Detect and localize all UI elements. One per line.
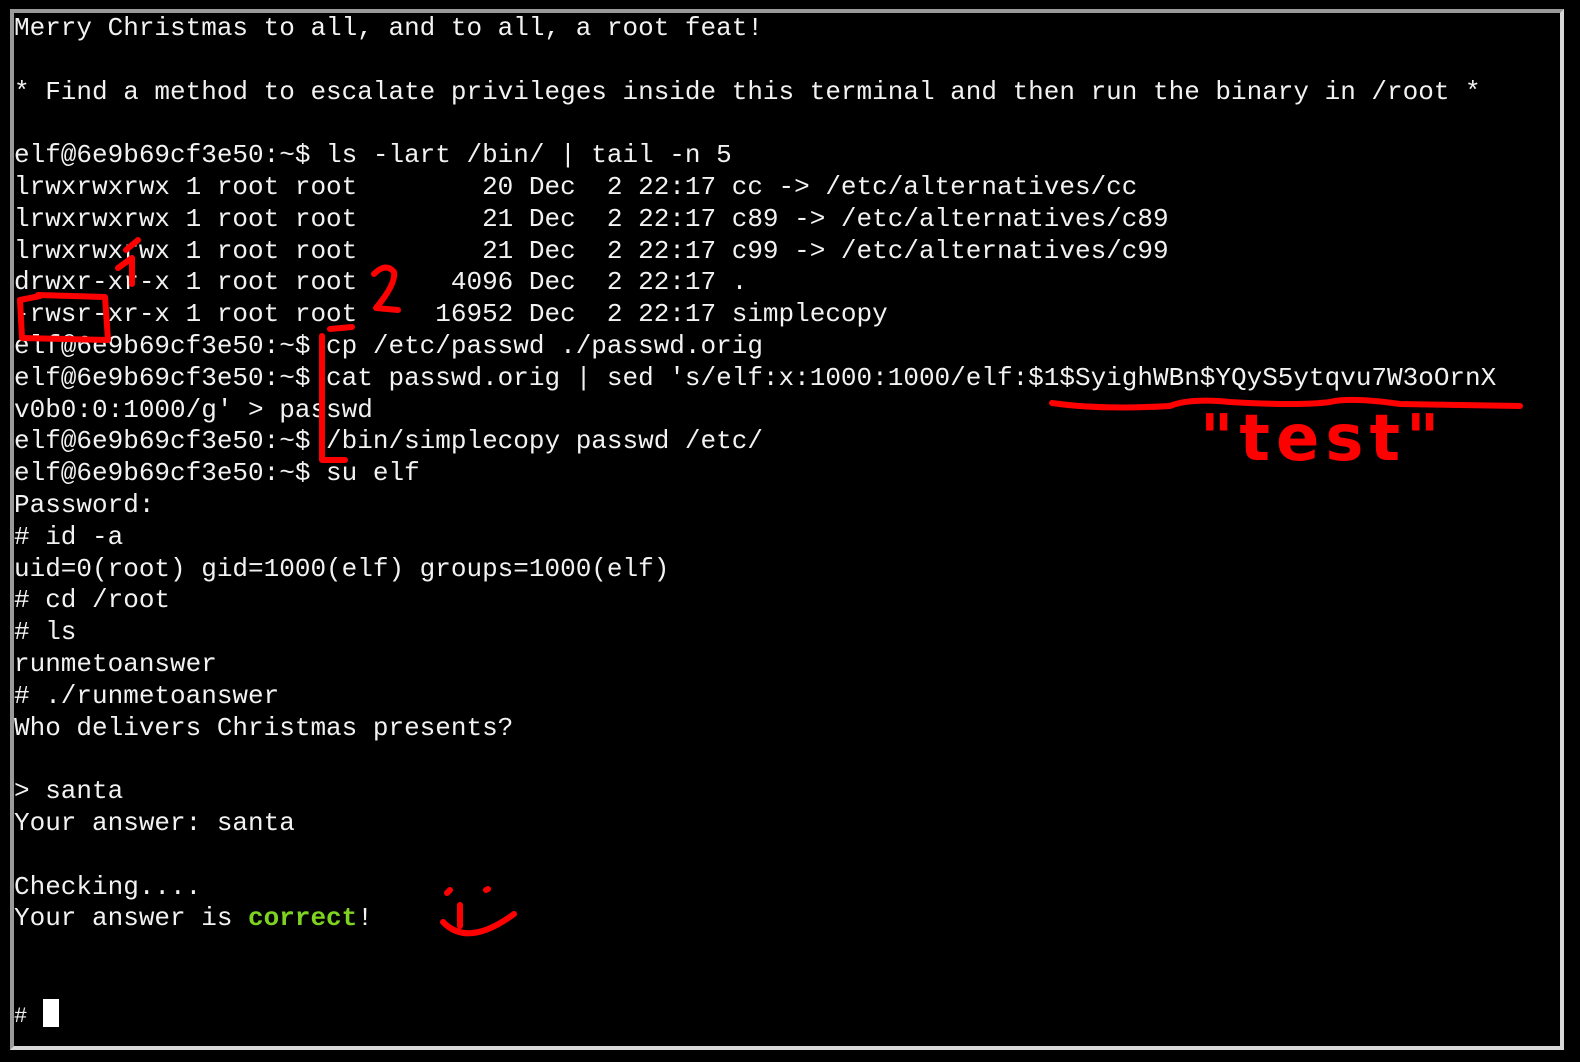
terminal-line: Merry Christmas to all, and to all, a ro… (14, 13, 763, 43)
terminal-line: lrwxrwxrwx 1 root root 21 Dec 2 22:17 c8… (14, 203, 1169, 234)
root-prompt: # (14, 1003, 28, 1029)
terminal-line: # ./runmetoanswer (14, 680, 280, 711)
result-line: Your answer is correct! (14, 903, 1580, 935)
terminal-line: lrwxrwxrwx 1 root root 20 Dec 2 22:17 cc… (14, 171, 1138, 202)
result-suffix: ! (357, 903, 373, 934)
terminal-line: Checking.... (14, 871, 202, 902)
terminal-line: elf@6e9b69cf3e50:~$ ls -lart /bin/ | tai… (14, 140, 732, 171)
terminal-line: elf@6e9b69cf3e50:~$ cat passwd.orig | se… (14, 362, 1497, 393)
prompt-line[interactable]: # (14, 998, 1580, 1031)
terminal-line: # cd /root (14, 585, 171, 616)
terminal-line: # ls (14, 617, 77, 648)
terminal-line: lrwxrwxrwx 1 root root 21 Dec 2 22:17 c9… (14, 235, 1169, 266)
terminal-line: -rwsr-xr-x 1 root root 16952 Dec 2 22:17… (14, 299, 888, 330)
terminal-line: elf@6e9b69cf3e50:~$ cp /etc/passwd ./pas… (14, 330, 763, 361)
terminal-line: > santa (14, 776, 124, 807)
terminal-line: runmetoanswer (14, 648, 217, 679)
terminal-line: * Find a method to escalate privileges i… (14, 76, 1481, 107)
terminal-line: drwxr-xr-x 1 root root 4096 Dec 2 22:17 … (14, 267, 748, 298)
password-note: "test" (1200, 402, 1446, 476)
terminal-output[interactable]: Merry Christmas to all, and to all, a ro… (14, 13, 1580, 1031)
cursor[interactable] (42, 998, 59, 1027)
terminal-line: uid=0(root) gid=1000(elf) groups=1000(el… (14, 553, 670, 584)
terminal-line: Password: (14, 489, 155, 520)
terminal-line: # id -a (14, 521, 124, 552)
result-correct: correct (248, 903, 358, 934)
result-prefix: Your answer is (14, 903, 249, 934)
terminal-line: Who delivers Christmas presents? (14, 712, 514, 743)
terminal-line: Your answer: santa (14, 807, 295, 838)
